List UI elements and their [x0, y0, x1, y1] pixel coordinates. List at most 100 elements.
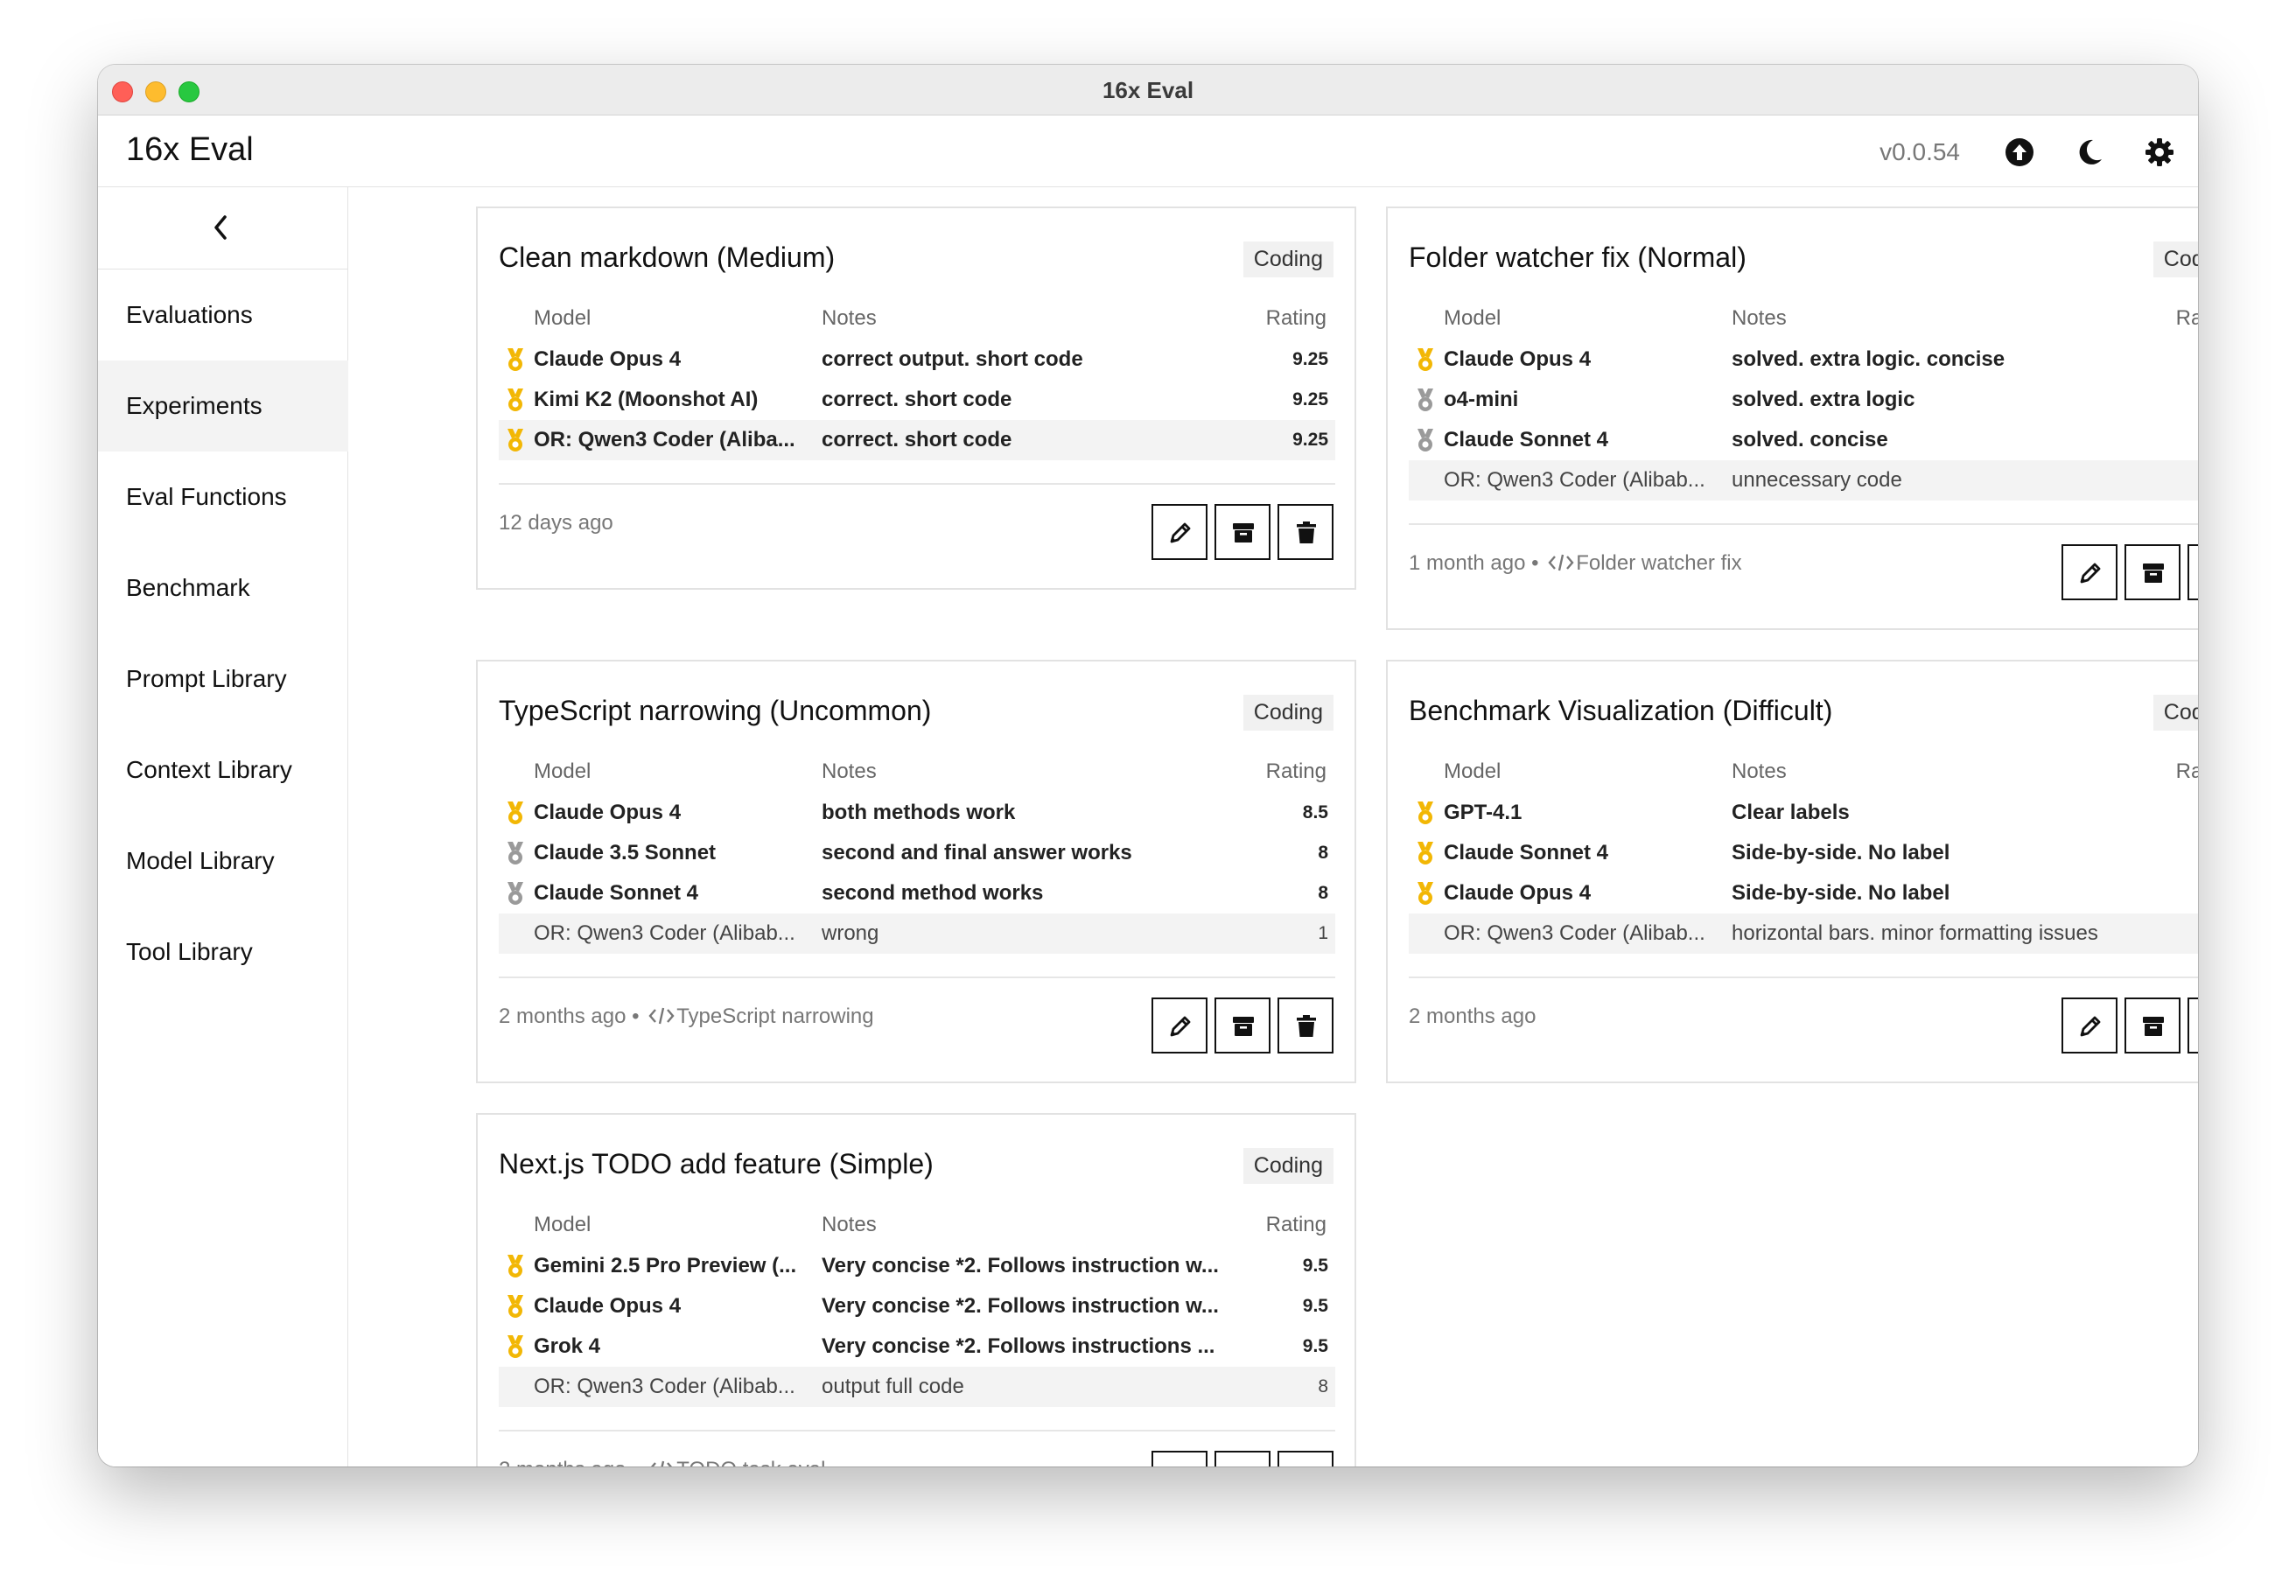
table-row: Claude 3.5 Sonnet second and final answe…	[499, 833, 1335, 873]
edit-button[interactable]	[1152, 998, 1208, 1054]
archive-button[interactable]	[2124, 544, 2180, 600]
table-row: o4-mini solved. extra logic 9.25	[1409, 380, 2198, 420]
rating-notes: Very concise *2. Follows instruction w..…	[822, 1294, 1219, 1318]
rating-value: 8	[1318, 1376, 1328, 1396]
edit-button[interactable]	[1152, 504, 1208, 560]
rating-value: 9.5	[1302, 1336, 1328, 1356]
edit-button[interactable]	[2062, 544, 2118, 600]
archive-button[interactable]	[2124, 998, 2180, 1054]
column-header-notes: Notes	[1732, 760, 1787, 783]
model-name: Claude Sonnet 4	[534, 881, 699, 905]
window-title: 16x Eval	[1102, 77, 1194, 103]
eval-function-link[interactable]: TypeScript narrowing	[676, 1004, 873, 1028]
experiment-title[interactable]: TypeScript narrowing (Uncommon)	[499, 695, 931, 727]
delete-button[interactable]	[1278, 504, 1334, 560]
app-window: 16x Eval 16x Eval v0.0.54 Evaluations Ex…	[98, 65, 2198, 1466]
column-header-rating: Rating	[1265, 306, 1326, 330]
sidebar-item-model-library[interactable]: Model Library	[98, 816, 348, 906]
category-tag: Coding	[2152, 242, 2198, 277]
sidebar-item-evaluations[interactable]: Evaluations	[98, 270, 348, 360]
column-header-notes: Notes	[822, 760, 877, 783]
experiment-card[interactable]: Benchmark Visualization (Difficult) Codin…	[1386, 660, 2198, 1083]
column-header-model: Model	[534, 306, 592, 330]
archive-button[interactable]	[1214, 998, 1270, 1054]
rating-notes: second and final answer works	[822, 841, 1132, 864]
dark-mode-toggle-icon[interactable]	[2074, 136, 2105, 168]
table-row: Grok 4 Very concise *2. Follows instruct…	[499, 1326, 1335, 1367]
sidebar-item-tool-library[interactable]: Tool Library	[98, 906, 348, 998]
delete-button[interactable]	[1278, 998, 1334, 1054]
rating-value: 1	[1318, 923, 1328, 943]
time-ago: 2 months ago	[499, 1004, 626, 1028]
model-name: Gemini 2.5 Pro Preview (...	[534, 1254, 797, 1278]
eval-function-link[interactable]: TODO task eval	[676, 1458, 825, 1466]
column-header-notes: Notes	[822, 306, 877, 330]
archive-button[interactable]	[1214, 1451, 1270, 1466]
sidebar-item-prompt-library[interactable]: Prompt Library	[98, 634, 348, 724]
archive-button[interactable]	[1214, 504, 1270, 560]
rating-notes: horizontal bars. minor formatting issues	[1732, 921, 2098, 945]
experiment-card[interactable]: Next.js TODO add feature (Simple) Coding M…	[476, 1113, 1356, 1466]
sidebar-item-eval-functions[interactable]: Eval Functions	[98, 452, 348, 542]
edit-button[interactable]	[1152, 1451, 1208, 1466]
update-icon[interactable]	[2004, 136, 2035, 168]
rating-value: 9.5	[1302, 1256, 1328, 1276]
eval-function-link[interactable]: Folder watcher fix	[1576, 551, 1741, 575]
experiment-card[interactable]: Clean markdown (Medium) Coding Model Notes R…	[476, 206, 1356, 590]
silver-medal-icon	[1414, 428, 1437, 452]
settings-gear-icon[interactable]	[2144, 136, 2175, 168]
experiment-title[interactable]: Clean markdown (Medium)	[499, 242, 835, 274]
card-divider	[1409, 976, 2198, 978]
table-row: OR: Qwen3 Coder (Alibab... wrong 1	[499, 914, 1335, 954]
app-name: 16x Eval	[126, 131, 254, 168]
rating-notes: Very concise *2. Follows instruction w..…	[822, 1254, 1219, 1278]
experiment-card[interactable]: TypeScript narrowing (Uncommon) Coding Mod…	[476, 660, 1356, 1083]
card-divider	[499, 483, 1335, 485]
time-ago: 12 days ago	[499, 511, 613, 535]
card-divider	[1409, 523, 2198, 525]
code-icon	[1548, 554, 1574, 570]
table-row: Gemini 2.5 Pro Preview (... Very concise…	[499, 1246, 1335, 1286]
experiment-title[interactable]: Folder watcher fix (Normal)	[1409, 242, 1746, 274]
model-name: OR: Qwen3 Coder (Alibab...	[534, 1375, 795, 1398]
sidebar-item-benchmark[interactable]: Benchmark	[98, 542, 348, 634]
model-name: OR: Qwen3 Coder (Alibab...	[1444, 468, 1705, 492]
column-header-model: Model	[534, 760, 592, 783]
column-header-model: Model	[534, 1213, 592, 1236]
column-header-rating: Rating	[1265, 1213, 1326, 1236]
experiment-title[interactable]: Next.js TODO add feature (Simple)	[499, 1148, 934, 1180]
gold-medal-icon	[504, 347, 527, 372]
sidebar-item-experiments[interactable]: Experiments	[98, 360, 348, 452]
rating-notes: Very concise *2. Follows instructions ..…	[822, 1334, 1215, 1358]
rating-notes: correct. short code	[822, 388, 1012, 411]
experiment-card[interactable]: Folder watcher fix (Normal) Coding Model No…	[1386, 206, 2198, 630]
card-meta: 2 months ago	[1409, 1004, 1536, 1029]
experiment-title[interactable]: Benchmark Visualization (Difficult)	[1409, 695, 1832, 727]
model-name: Grok 4	[534, 1334, 601, 1358]
experiments-grid: Clean markdown (Medium) Coding Model Notes R…	[348, 187, 2198, 1466]
gold-medal-icon	[1414, 881, 1437, 906]
rating-notes: output full code	[822, 1375, 964, 1398]
category-tag: Coding	[1242, 242, 1334, 277]
silver-medal-icon	[1414, 388, 1437, 412]
rating-notes: solved. concise	[1732, 428, 1888, 452]
delete-button[interactable]	[2188, 544, 2198, 600]
rating-notes: Clear labels	[1732, 801, 1850, 824]
collapse-sidebar-button[interactable]	[98, 187, 348, 270]
sidebar: Evaluations Experiments Eval Functions Benc…	[98, 187, 348, 1466]
sidebar-item-context-library[interactable]: Context Library	[98, 724, 348, 816]
column-header-notes: Notes	[822, 1213, 877, 1236]
rating-notes: unnecessary code	[1732, 468, 1902, 492]
card-meta: 1 month ago • Folder watcher fix	[1409, 551, 1742, 575]
card-meta: 2 months ago • TypeScript narrowing	[499, 1004, 874, 1028]
rating-notes: second method works	[822, 881, 1044, 905]
code-icon	[650, 1460, 673, 1466]
table-row: OR: Qwen3 Coder (Alibab... unnecessary c…	[1409, 460, 2198, 500]
edit-button[interactable]	[2062, 998, 2118, 1054]
rating-notes: correct. short code	[822, 428, 1012, 452]
delete-button[interactable]	[2188, 998, 2198, 1054]
card-divider	[499, 976, 1335, 978]
table-row: Claude Opus 4 correct output. short code…	[499, 340, 1335, 380]
time-ago: 2 months ago	[1409, 1004, 1536, 1028]
delete-button[interactable]	[1278, 1451, 1334, 1466]
